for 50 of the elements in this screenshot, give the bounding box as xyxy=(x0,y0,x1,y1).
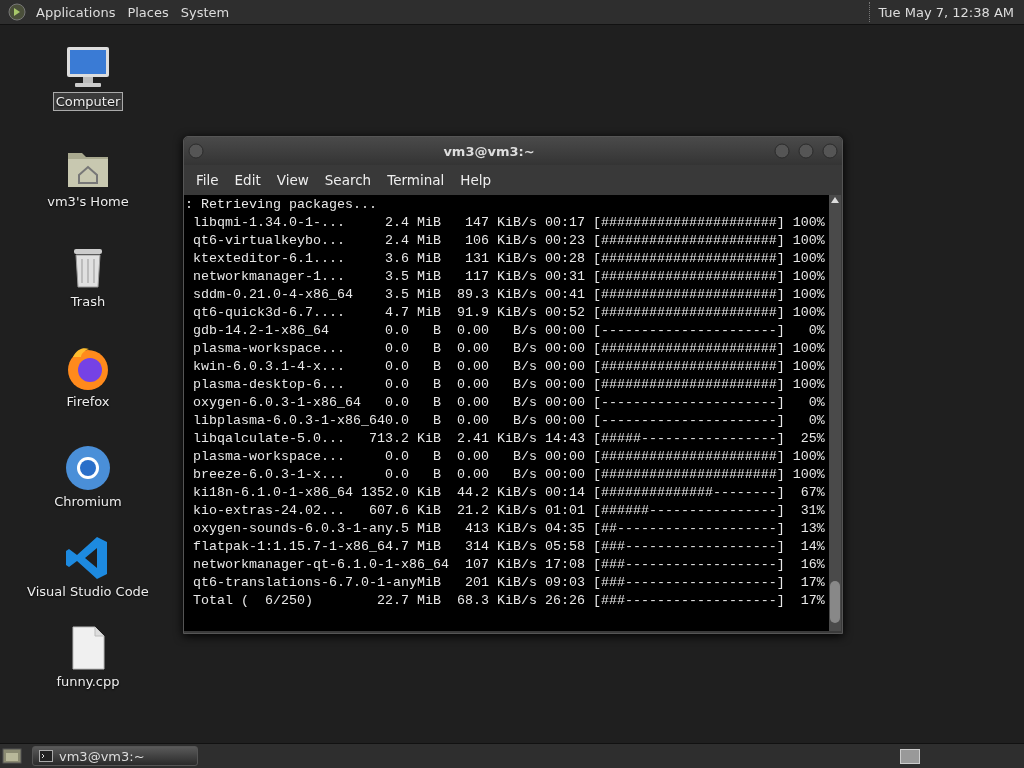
scroll-up-icon[interactable] xyxy=(831,197,839,203)
terminal-icon xyxy=(39,750,53,762)
terminal-line: breeze-6.0.3-1-x... 0.0 B 0.00 B/s 00:00 [######################] 100% xyxy=(192,466,826,484)
terminal-line: kio-extras-24.02... 607.6 KiB 21.2 KiB/s 01:01 [######----------------] 31% xyxy=(192,502,826,520)
clock[interactable]: Tue May 7, 12:38 AM xyxy=(874,4,1024,20)
terminal-line: networkmanager-qt-6.1.0-1-x86_64 107 KiB/s 17:08 [###-------------------] 16% xyxy=(192,556,826,574)
terminal-line: plasma-workspace... 0.0 B 0.00 B/s 00:00 [######################] 100% xyxy=(192,340,826,358)
terminal-line: libplasma-6.0.3-1-x86_640.0 B 0.00 B/s 00:00 [----------------------] 0% xyxy=(192,412,826,430)
icon-label[interactable]: Trash xyxy=(68,293,108,310)
workspace-switcher-icon[interactable] xyxy=(900,748,920,764)
terminal-line: qt6-virtualkeybo... 2.4 MiB 106 KiB/s 00:23 [######################] 100% xyxy=(192,232,826,250)
panel-menu[interactable]: Applications xyxy=(30,4,122,20)
terminal-line: oxygen-sounds-6.0.3-1-any.5 MiB 413 KiB/s 04:35 [##--------------------] 13% xyxy=(192,520,826,538)
icon-label[interactable]: Chromium xyxy=(52,493,124,510)
menu-item[interactable]: Terminal xyxy=(379,172,453,188)
taskbar-button[interactable]: vm3@vm3:~ xyxy=(32,746,198,766)
menu-item[interactable]: Help xyxy=(452,172,500,188)
scrollbar[interactable] xyxy=(829,195,841,631)
terminal-line: qt6-translations-6.7.0-1-anyMiB 201 KiB/s 09:03 [###-------------------] 17% xyxy=(192,574,826,592)
terminal-line: Total ( 6/250) 22.7 MiB 68.3 KiB/s 26:26 [###-------------------] 17% xyxy=(192,592,826,610)
terminal-line: sddm-0.21.0-4-x86_64 3.5 MiB 89.3 KiB/s 00:41 [######################] 100% xyxy=(192,286,826,304)
icon-label[interactable]: vm3's Home xyxy=(45,193,131,210)
terminal-line: libqalculate-5.0... 713.2 KiB 2.41 KiB/s 14:43 [#####-----------------] 25% xyxy=(192,430,826,448)
ring-icon[interactable] xyxy=(63,443,113,493)
terminal-line: libqmi-1.34.0-1-... 2.4 MiB 147 KiB/s 00:17 [######################] 100% xyxy=(192,214,826,232)
terminal-line: : Retrieving packages... xyxy=(185,196,378,214)
terminal-line: ki18n-6.1.0-1-x86_64 1352.0 KiB 44.2 KiB/s 00:14 [##############--------] 67% xyxy=(192,484,826,502)
terminal-line: qt6-quick3d-6.7.... 4.7 MiB 91.9 KiB/s 00:52 [######################] 100% xyxy=(192,304,826,322)
panel-menu[interactable]: System xyxy=(174,4,236,20)
menu-item[interactable]: File xyxy=(188,172,227,188)
menu-item[interactable]: Search xyxy=(316,172,380,188)
terminal-line: flatpak-1:1.15.7-1-x86_64.7 MiB 314 KiB/s 05:58 [###-------------------] 14% xyxy=(192,538,826,556)
terminal-line: networkmanager-1... 3.5 MiB 117 KiB/s 00:31 [######################] 100% xyxy=(192,268,826,286)
show-desktop-icon[interactable] xyxy=(2,747,22,765)
menu-item[interactable]: View xyxy=(268,172,317,188)
terminal-line: ktexteditor-6.1.... 3.6 MiB 131 KiB/s 00:28 [######################] 100% xyxy=(192,250,826,268)
terminal-line: plasma-workspace... 0.0 B 0.00 B/s 00:00 [######################] 100% xyxy=(192,448,826,466)
icon-label[interactable]: funny.cpp xyxy=(54,673,122,690)
window-title: vm3@vm3:~ xyxy=(442,143,536,159)
terminal-line: kwin-6.0.3.1-4-x... 0.0 B 0.00 B/s 00:00 [######################] 100% xyxy=(192,358,826,376)
panel-menu[interactable]: Places xyxy=(121,4,175,20)
terminal-line: oxygen-6.0.3-1-x86_64 0.0 B 0.00 B/s 00:00 [----------------------] 0% xyxy=(192,394,826,412)
icon-label[interactable]: Computer xyxy=(53,93,123,110)
scroll-thumb[interactable] xyxy=(830,581,840,623)
icon-label[interactable]: Visual Studio Code xyxy=(25,583,151,600)
icon-label[interactable]: Firefox xyxy=(64,393,112,410)
terminal-line: gdb-14.2-1-x86_64 0.0 B 0.00 B/s 00:00 [----------------------] 0% xyxy=(192,322,826,340)
terminal-line: plasma-desktop-6... 0.0 B 0.00 B/s 00:00 [######################] 100% xyxy=(192,376,826,394)
terminal-logo-icon[interactable] xyxy=(8,3,26,21)
menu-item[interactable]: Edit xyxy=(226,172,269,188)
